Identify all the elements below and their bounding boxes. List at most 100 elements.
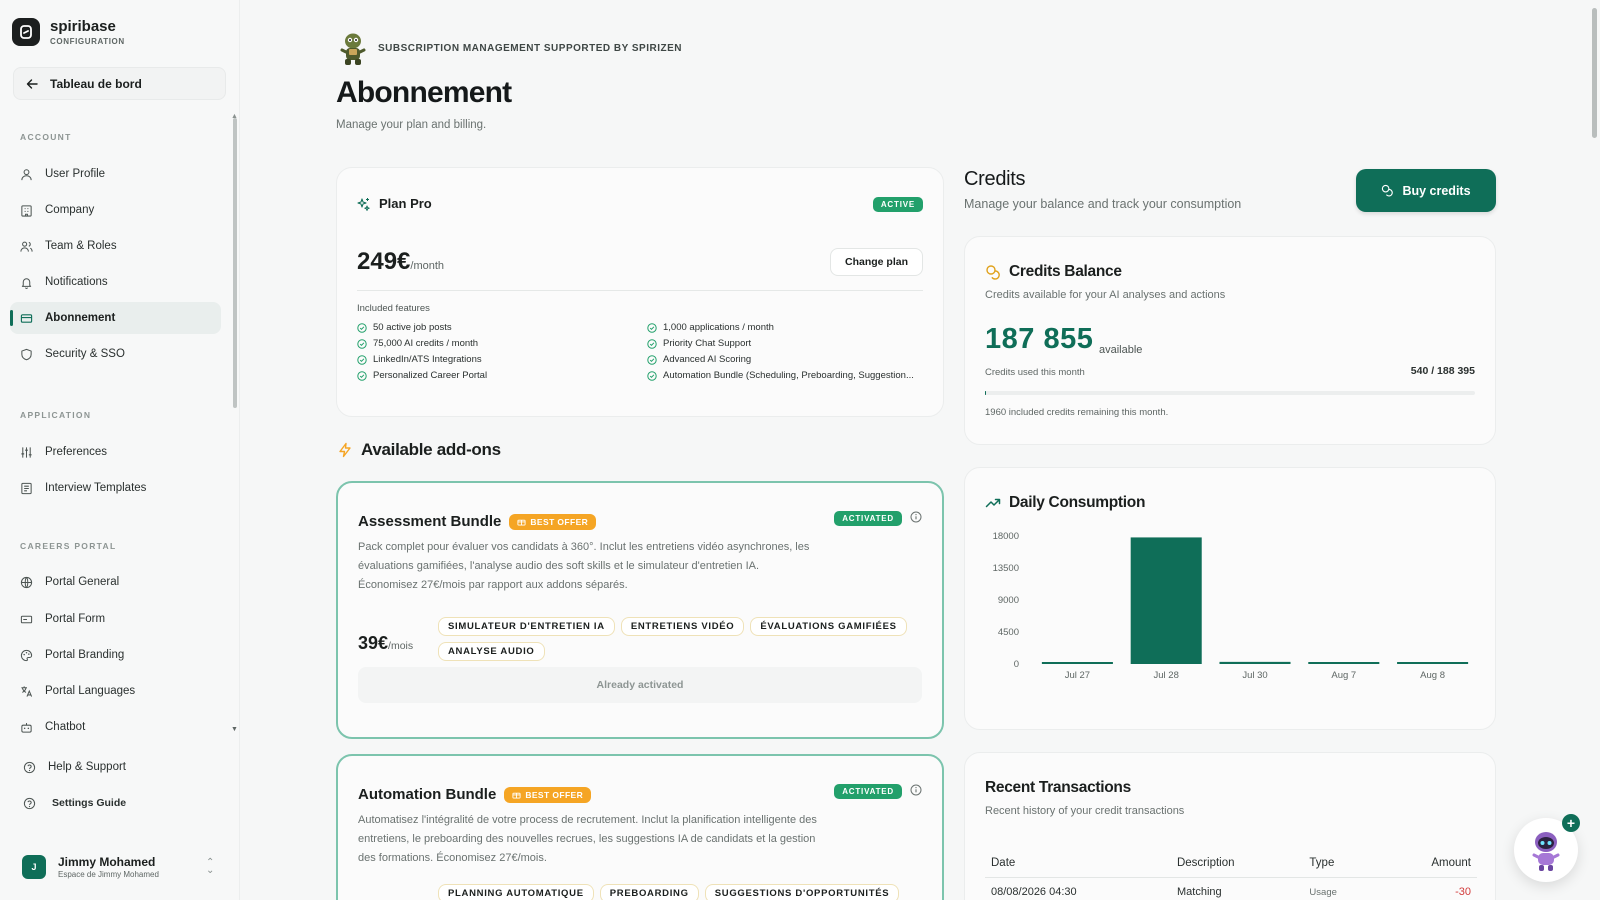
page-kicker: SUBSCRIPTION MANAGEMENT SUPPORTED BY SPI… — [336, 30, 682, 66]
addon-name: Automation Bundle — [358, 786, 497, 803]
sidebar-item-preferences[interactable]: Preferences — [10, 436, 221, 468]
globe-icon — [20, 576, 33, 588]
feature-label: 1,000 applications / month — [663, 322, 774, 333]
plan-price-amount: 249€ — [357, 248, 411, 275]
sidebar-scrollbar[interactable] — [233, 118, 237, 408]
credits-used-value: 540 / 188 395 — [1410, 365, 1475, 377]
divider — [357, 290, 923, 291]
users-icon — [20, 241, 33, 252]
credits-note: 1960 included credits remaining this mon… — [985, 407, 1169, 418]
check-circle-icon — [357, 354, 367, 365]
addon-price: 39€/mois — [358, 633, 413, 654]
addon-price-period: /mois — [388, 640, 414, 652]
sidebar-item-security-sso[interactable]: Security & SSO — [10, 338, 221, 370]
sidebar-item-label: Portal Form — [45, 613, 106, 625]
x-tick-label: Aug 7 — [1331, 670, 1356, 681]
section-title-careers-portal: CAREERS PORTAL — [20, 541, 117, 551]
user-menu[interactable]: J Jimmy Mohamed Espace de Jimmy Mohamed — [22, 855, 159, 879]
tx-type: Usage — [1309, 886, 1337, 898]
usage-progress-bar — [985, 391, 1475, 395]
activated-badge: ACTIVATED — [834, 784, 902, 799]
already-activated-button[interactable]: Already activated — [358, 667, 922, 703]
balance-subtitle: Credits available for your AI analyses a… — [985, 289, 1226, 301]
sidebar-item-portal-form[interactable]: Portal Form — [10, 603, 221, 635]
table-row: 08/08/2026 04:30 Matching Usage -30 — [985, 878, 1477, 900]
check-circle-icon — [647, 370, 657, 381]
transactions-table: Date Description Type Amount 08/08/2026 … — [985, 853, 1477, 900]
check-circle-icon — [647, 354, 657, 365]
bot-icon — [21, 722, 32, 733]
brand[interactable]: spiribase CONFIGURATION — [12, 18, 125, 46]
sidebar-item-team-roles[interactable]: Team & Roles — [10, 230, 221, 262]
back-button-label: Tableau de bord — [50, 76, 142, 91]
x-tick-label: Jul 28 — [1154, 670, 1179, 681]
sidebar-item-label: Portal General — [45, 576, 120, 588]
addon-tag: PREBOARDING — [599, 884, 699, 900]
gift-icon — [512, 792, 521, 799]
sidebar-item-label: Company — [45, 204, 95, 216]
sidebar-item-notifications[interactable]: Notifications — [10, 266, 221, 298]
user-workspace: Espace de Jimmy Mohamed — [58, 870, 159, 879]
sidebar-item-company[interactable]: Company — [10, 194, 221, 226]
settings-guide-link[interactable]: Settings Guide — [13, 787, 224, 819]
sidebar-item-interview-templates[interactable]: Interview Templates — [10, 472, 221, 504]
addon-card-assessment: Assessment Bundle BEST OFFER ACTIVATED P… — [336, 481, 944, 739]
addon-name: Assessment Bundle — [358, 513, 502, 530]
help-support-link[interactable]: Help & Support — [13, 751, 224, 783]
recent-transactions-card: Recent Transactions Recent history of yo… — [964, 752, 1496, 900]
x-tick-label: Aug 8 — [1420, 670, 1445, 681]
chart-bar — [1308, 662, 1380, 664]
column-header-description: Description — [1170, 853, 1304, 878]
daily-title: Daily Consumption — [1009, 494, 1146, 511]
card-title: Credits Balance — [985, 263, 1122, 281]
languages-icon — [21, 685, 33, 697]
sidebar-item-portal-branding[interactable]: Portal Branding — [10, 639, 221, 671]
buy-credits-button[interactable]: Buy credits — [1356, 169, 1496, 212]
sidebar-item-chatbot[interactable]: Chatbot — [10, 711, 221, 743]
sidebar-item-label: Notifications — [45, 276, 108, 288]
column-header-type: Type — [1303, 853, 1379, 878]
change-plan-button[interactable]: Change plan — [829, 248, 923, 276]
balance-suffix: available — [1099, 344, 1143, 356]
brand-name: spiribase — [50, 17, 116, 35]
credits-title: Credits — [964, 168, 1026, 190]
feature-item: 1,000 applications / month — [647, 322, 927, 333]
daily-consumption-card: Daily Consumption 0 4500 9000 13500 18000 Jul… — [964, 467, 1496, 730]
addon-card-automation: Automation Bundle BEST OFFER ACTIVATED A… — [336, 754, 944, 900]
chevrons-up-down-icon[interactable]: ⌃ ⌄ — [206, 858, 214, 876]
feature-label: Priority Chat Support — [663, 338, 752, 349]
chart-bar — [1041, 662, 1113, 664]
transactions-subtitle: Recent history of your credit transactio… — [985, 805, 1185, 817]
sliders-icon — [21, 446, 32, 458]
credit-card-icon — [20, 313, 33, 323]
column-header-date: Date — [985, 853, 1171, 878]
plus-icon[interactable]: + — [1562, 814, 1580, 832]
sidebar-item-portal-languages[interactable]: Portal Languages — [10, 675, 221, 707]
tx-amount: -30 — [1455, 886, 1471, 898]
balance-title: Credits Balance — [1009, 263, 1122, 280]
shield-icon — [21, 348, 32, 360]
info-icon[interactable] — [910, 511, 922, 523]
back-to-dashboard-button[interactable]: Tableau de bord — [13, 67, 226, 100]
features-title: Included features — [357, 303, 430, 314]
sidebar-item-user-profile[interactable]: User Profile — [10, 158, 221, 190]
sidebar-item-abonnement[interactable]: Abonnement — [10, 302, 221, 334]
chart-bar — [1397, 662, 1469, 664]
mascot-icon — [340, 33, 366, 65]
form-icon — [20, 615, 33, 623]
check-circle-icon — [357, 370, 367, 381]
sidebar-scroll-down-icon[interactable]: ▼ — [231, 726, 238, 733]
help-circle-icon — [23, 761, 36, 773]
bell-icon — [21, 277, 32, 289]
feature-item: 75,000 AI credits / month — [357, 338, 647, 349]
buy-credits-label: Buy credits — [1402, 183, 1471, 198]
chart-bar — [1130, 537, 1202, 664]
activated-badge: ACTIVATED — [834, 511, 902, 526]
sidebar-item-portal-general[interactable]: Portal General — [10, 566, 221, 598]
page-scrollbar[interactable] — [1592, 8, 1597, 138]
sidebar-item-label: Security & SSO — [45, 348, 125, 360]
sidebar-item-label: Portal Languages — [45, 685, 136, 697]
coins-icon — [1382, 184, 1394, 197]
info-icon[interactable] — [910, 784, 922, 796]
section-title-account: ACCOUNT — [20, 132, 72, 142]
